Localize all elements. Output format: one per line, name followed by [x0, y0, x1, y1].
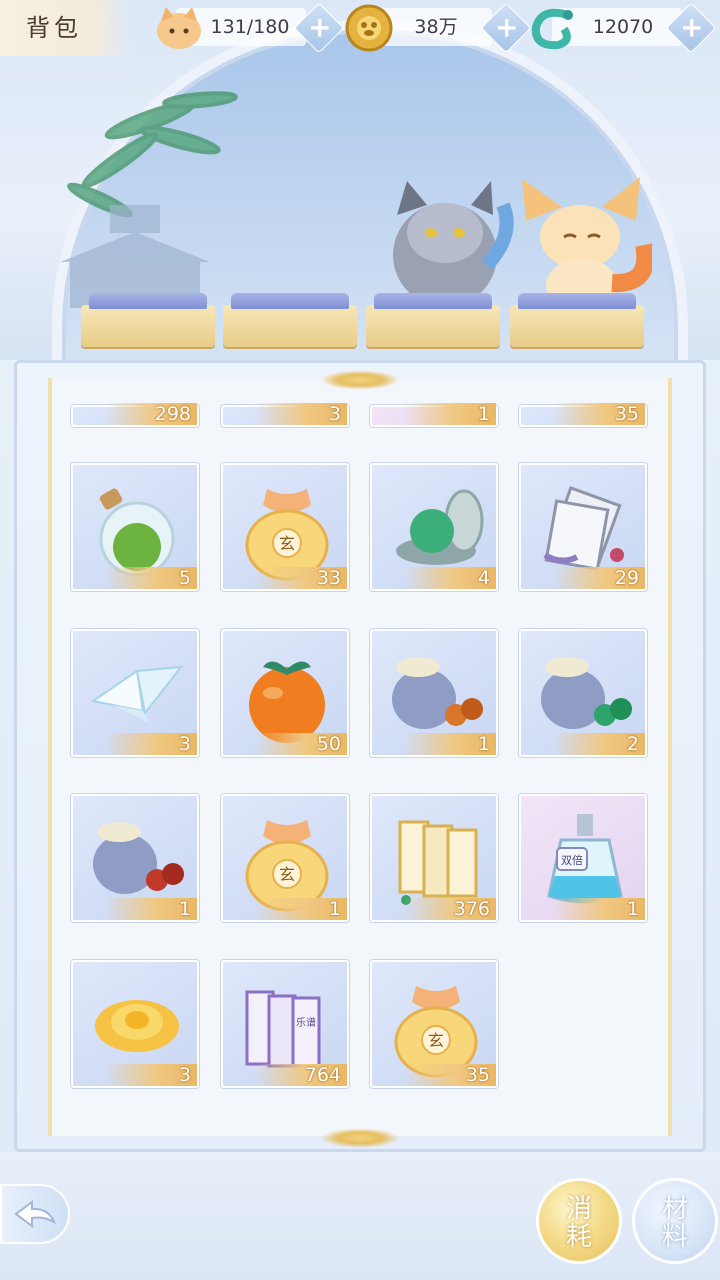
inventory-slot[interactable]: 3: [221, 403, 349, 427]
inventory-slot[interactable]: 1: [370, 629, 498, 757]
tab-consumables[interactable]: 消耗: [536, 1178, 622, 1264]
pet-pedestal-1[interactable]: [81, 293, 215, 347]
inventory-slot[interactable]: 3: [71, 960, 199, 1088]
inventory-slot[interactable]: 5: [71, 463, 199, 591]
back-arrow-icon: [14, 1200, 57, 1228]
top-ornament: [320, 370, 400, 390]
top-bar: 背包 131/180 + 38万 + 12070 +: [0, 0, 720, 56]
svg-text:双倍: 双倍: [561, 853, 583, 867]
jade-value: 12070: [592, 16, 654, 38]
back-button[interactable]: [0, 1184, 70, 1244]
pet-pedestal-2[interactable]: [223, 293, 357, 347]
gold-value: 38万: [414, 16, 458, 38]
pet-pedestal-4[interactable]: [510, 293, 644, 347]
inventory-slot[interactable]: 298: [71, 403, 199, 427]
inventory-slot[interactable]: 玄 1: [221, 794, 349, 922]
inventory-slot[interactable]: 玄 35: [370, 960, 498, 1088]
inventory-slot[interactable]: 3: [71, 629, 199, 757]
bottom-ornament: [320, 1128, 400, 1148]
svg-text:玄: 玄: [428, 1031, 444, 1050]
tab-materials[interactable]: 材料: [632, 1178, 718, 1264]
inventory-slot[interactable]: 玄 33: [221, 463, 349, 591]
gold-coin-icon: [345, 4, 393, 52]
inventory-slot[interactable]: 1: [71, 794, 199, 922]
inventory-slot[interactable]: 35: [519, 403, 647, 427]
svg-text:乐谱: 乐谱: [296, 1016, 316, 1029]
svg-text:玄: 玄: [279, 534, 295, 553]
svg-text:玄: 玄: [279, 865, 295, 884]
inventory-slot[interactable]: 双倍 1: [519, 794, 647, 922]
jade-dragon-icon: [531, 8, 573, 50]
stamina-value: 131/180: [210, 16, 290, 38]
pet-pedestal-3[interactable]: [366, 293, 500, 347]
page-title: 背包: [0, 0, 132, 56]
inventory-slot[interactable]: 4: [370, 463, 498, 591]
inventory-slot[interactable]: 376: [370, 794, 498, 922]
inventory-slot[interactable]: 2: [519, 629, 647, 757]
inventory-slot[interactable]: 50: [221, 629, 349, 757]
inventory-slot[interactable]: 1: [370, 403, 498, 427]
inventory-slot[interactable]: 29: [519, 463, 647, 591]
inventory-slot[interactable]: 乐谱 764: [221, 960, 349, 1088]
cat-face-icon: [157, 7, 201, 49]
